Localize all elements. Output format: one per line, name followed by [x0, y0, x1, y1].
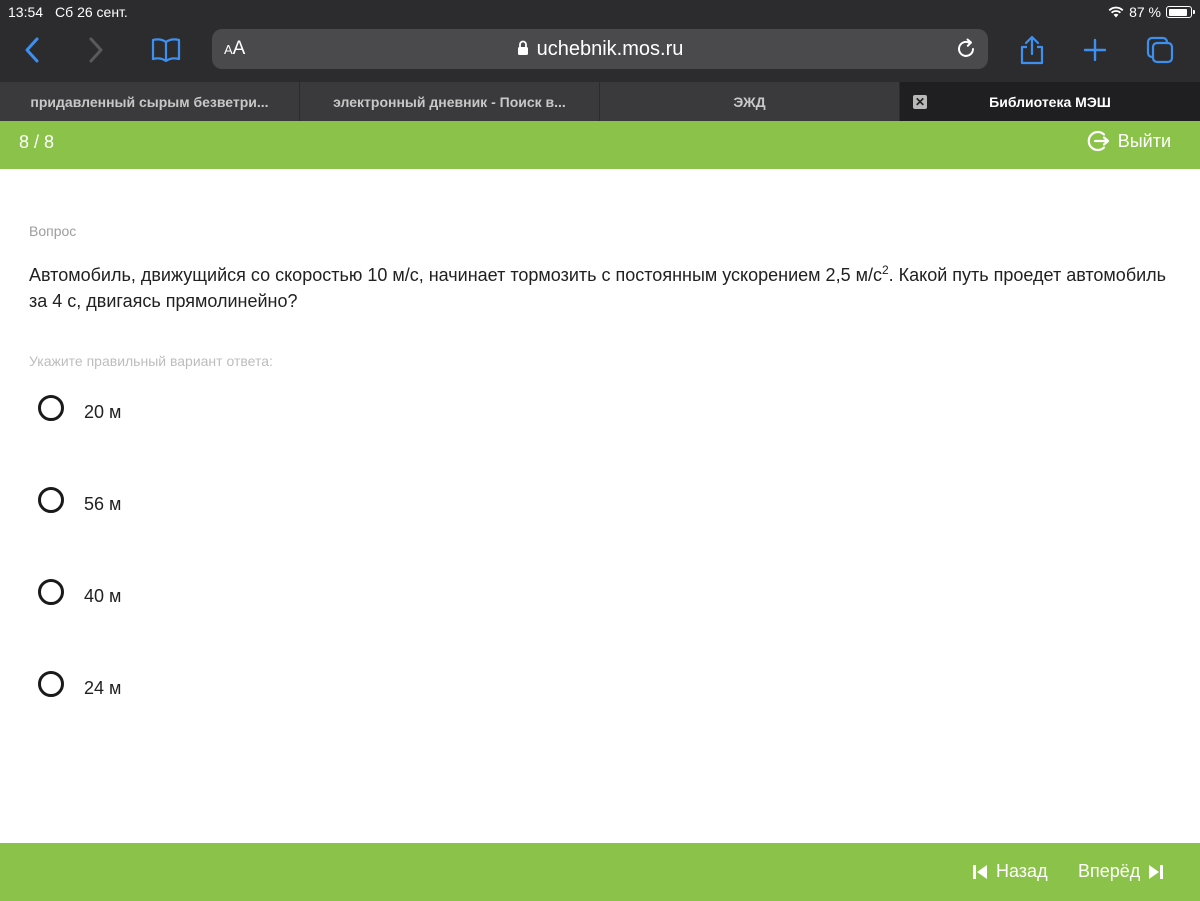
answer-option-label: 24 м — [84, 678, 122, 698]
share-button[interactable] — [1012, 32, 1052, 68]
answer-option-label: 40 м — [84, 586, 122, 606]
tab-title: электронный дневник - Поиск в... — [333, 93, 566, 110]
back-nav-button[interactable]: Назад — [972, 861, 1048, 882]
tab-title: ЭЖД — [733, 93, 766, 110]
chevron-left-icon — [25, 37, 39, 63]
radio-button[interactable] — [38, 671, 64, 697]
answer-option[interactable]: 24 м — [38, 671, 338, 715]
back-button[interactable] — [12, 32, 52, 68]
book-icon — [151, 38, 181, 62]
browser-toolbar: AA uchebnik.mos.ru — [0, 24, 1200, 82]
plus-icon — [1083, 38, 1107, 62]
status-time: 13:54 — [8, 4, 44, 20]
tabs-overview-button[interactable] — [1140, 32, 1180, 68]
chevron-right-icon — [89, 37, 103, 63]
lock-icon — [517, 40, 528, 55]
new-tab-button[interactable] — [1075, 32, 1115, 68]
answer-option[interactable]: 56 м — [38, 487, 338, 531]
question-superscript: 2 — [881, 263, 889, 277]
address-bar[interactable]: AA uchebnik.mos.ru — [212, 29, 988, 69]
exit-icon — [1087, 130, 1109, 152]
answer-hint: Укажите правильный вариант ответа: — [29, 353, 273, 369]
radio-button[interactable] — [38, 579, 64, 605]
status-bar: 13:54 Сб 26 сент. 87 % — [0, 0, 1200, 24]
browser-tab[interactable]: ЭЖД — [600, 82, 900, 121]
back-nav-label: Назад — [996, 861, 1048, 881]
answer-option[interactable]: 40 м — [38, 579, 338, 623]
status-date: Сб 26 сент. — [55, 4, 128, 20]
wifi-icon — [1108, 6, 1124, 18]
quiz-content: Вопрос Автомобиль, движущийся со скорост… — [0, 169, 1200, 843]
close-tab-icon[interactable]: ✕ — [913, 95, 927, 109]
browser-tab-active[interactable]: ✕ Библиотека МЭШ — [900, 82, 1200, 121]
share-icon — [1020, 35, 1044, 65]
browser-tab[interactable]: придавленный сырым безветри... — [0, 82, 300, 121]
question-counter: 8 / 8 — [19, 132, 55, 152]
answer-option-label: 56 м — [84, 494, 122, 514]
skip-forward-icon — [1149, 864, 1164, 879]
tab-title: Библиотека МЭШ — [989, 93, 1111, 110]
url-text: uchebnik.mos.ru — [536, 38, 684, 60]
tabs-icon — [1146, 36, 1174, 64]
skip-back-icon — [973, 864, 987, 879]
forward-nav-button[interactable]: Вперёд — [1078, 861, 1164, 882]
tab-title: придавленный сырым безветри... — [30, 93, 269, 110]
battery-icon — [1166, 6, 1195, 18]
status-right: 87 % — [1108, 4, 1195, 20]
bookmarks-button[interactable] — [146, 32, 186, 68]
question-label: Вопрос — [29, 223, 77, 239]
exit-label: Выйти — [1117, 130, 1171, 151]
quiz-header: 8 / 8 Выйти — [0, 121, 1200, 169]
forward-button[interactable] — [76, 32, 116, 68]
browser-tab[interactable]: электронный дневник - Поиск в... — [300, 82, 600, 121]
forward-nav-label: Вперёд — [1078, 861, 1141, 881]
radio-button[interactable] — [38, 395, 64, 421]
answer-option-label: 20 м — [84, 402, 122, 422]
exit-button[interactable]: Выйти — [1087, 129, 1171, 153]
tab-strip: придавленный сырым безветри... электронн… — [0, 82, 1200, 121]
answer-option[interactable]: 20 м — [38, 395, 338, 439]
url-display: uchebnik.mos.ru — [212, 38, 988, 61]
battery-percent: 87 % — [1129, 4, 1161, 20]
question-text: Автомобиль, движущийся со скоростью 10 м… — [29, 257, 1179, 314]
reload-icon[interactable] — [954, 37, 978, 61]
question-text-start: Автомобиль, движущийся со скоростью 10 м… — [29, 265, 882, 285]
radio-button[interactable] — [38, 487, 64, 513]
quiz-footer: Назад Вперёд — [0, 843, 1200, 901]
